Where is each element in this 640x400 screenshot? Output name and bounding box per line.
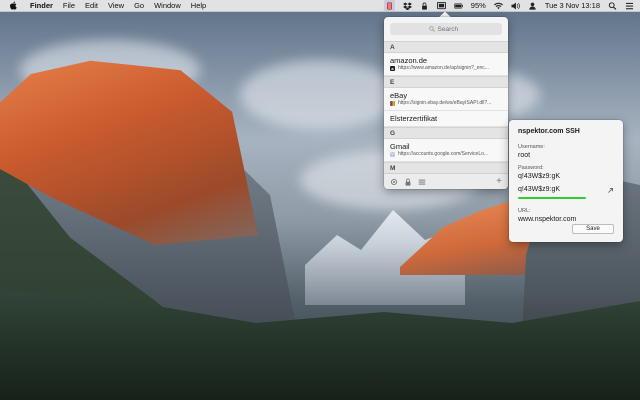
app-name-menu[interactable]: Finder [30, 1, 53, 10]
entry-url: https://signin.ebay.de/ws/eBayISAPI.dll?… [398, 100, 492, 106]
settings-gear-icon[interactable] [390, 178, 398, 186]
menu-edit[interactable]: Edit [85, 1, 98, 10]
password-list-popover: A amazon.de a https://www.amazon.de/ap/s… [384, 17, 508, 189]
menu-help[interactable]: Help [191, 1, 206, 10]
entry-name: amazon.de [390, 56, 428, 65]
search-icon[interactable] [608, 1, 617, 10]
lock-vault-icon[interactable] [404, 178, 412, 186]
entry-url: https://www.amazon.de/ap/signin?_enc... [398, 65, 489, 71]
clock[interactable]: Tue 3 Nov 13:18 [545, 1, 600, 10]
volume-icon[interactable] [511, 1, 520, 10]
password-label: Password: [518, 165, 544, 171]
section-header-g: G [384, 127, 508, 139]
list-item-gmail[interactable]: Gmail G https://accounts.google.com/Serv… [384, 139, 508, 162]
save-button[interactable]: Save [572, 224, 614, 234]
password-list: A amazon.de a https://www.amazon.de/ap/s… [384, 41, 508, 189]
username-value[interactable]: root [518, 152, 614, 159]
google-favicon-icon: G [390, 152, 395, 157]
search-field[interactable] [390, 23, 502, 35]
entry-url-row: G https://accounts.google.com/ServiceLo.… [390, 151, 502, 158]
wifi-icon[interactable] [493, 2, 503, 10]
section-header-a: A [384, 41, 508, 53]
entry-name: eBay [390, 91, 408, 100]
section-header-e: E [384, 76, 508, 88]
search-field-icon [428, 26, 435, 32]
password-value[interactable]: q!43W$z9:gK [518, 173, 614, 180]
screen-icon[interactable] [436, 1, 446, 10]
entry-title: nspektor.com SSH [518, 128, 580, 135]
battery-icon[interactable] [453, 2, 463, 10]
menu-go[interactable]: Go [134, 1, 144, 10]
entry-detail-popover: nspektor.com SSH Username: root Password… [509, 120, 623, 242]
entry-url-row: a https://www.amazon.de/ap/signin?_enc..… [390, 65, 502, 72]
dropbox-icon[interactable] [402, 1, 412, 10]
url-value[interactable]: www.nspektor.com [518, 216, 614, 223]
entry-name: Elsterzertifikat [390, 114, 438, 123]
battery-percentage: 95% [470, 1, 486, 10]
password-preview-row: q!43W$z9:gK [518, 186, 614, 194]
entry-url: https://accounts.google.com/ServiceLo... [398, 151, 489, 157]
menu-window[interactable]: Window [154, 1, 181, 10]
password-preview: q!43W$z9:gK [518, 186, 561, 193]
add-entry-button[interactable]: + [496, 176, 502, 187]
menu-file[interactable]: File [63, 1, 75, 10]
list-item-elsterzertifikat[interactable]: Elsterzertifikat [384, 111, 508, 127]
lock-icon[interactable] [420, 2, 429, 10]
list-item-ebay[interactable]: eBay https://signin.ebay.de/ws/eBayISAPI… [384, 88, 508, 111]
user-icon[interactable] [528, 2, 537, 10]
apple-menu-icon[interactable] [8, 1, 18, 10]
password-strength-bar [518, 197, 586, 199]
list-menu-icon[interactable] [418, 178, 426, 186]
list-item-amazon[interactable]: amazon.de a https://www.amazon.de/ap/sig… [384, 53, 508, 76]
popover-footer: + [384, 173, 508, 189]
menu-icon[interactable] [625, 2, 634, 10]
entry-url-row: https://signin.ebay.de/ws/eBayISAPI.dll?… [390, 100, 502, 107]
expand-arrow-icon[interactable] [607, 187, 614, 194]
password-manager-icon[interactable] [383, 0, 395, 11]
ebay-favicon-icon [390, 101, 395, 106]
amazon-favicon-icon: a [390, 66, 395, 71]
menu-bar: Finder File Edit View Go Window Help 95% [0, 0, 640, 12]
menu-view[interactable]: View [108, 1, 124, 10]
url-label: URL: [518, 208, 531, 214]
search-input[interactable] [437, 25, 464, 33]
username-label: Username: [518, 144, 545, 150]
entry-name: Gmail [390, 142, 410, 151]
